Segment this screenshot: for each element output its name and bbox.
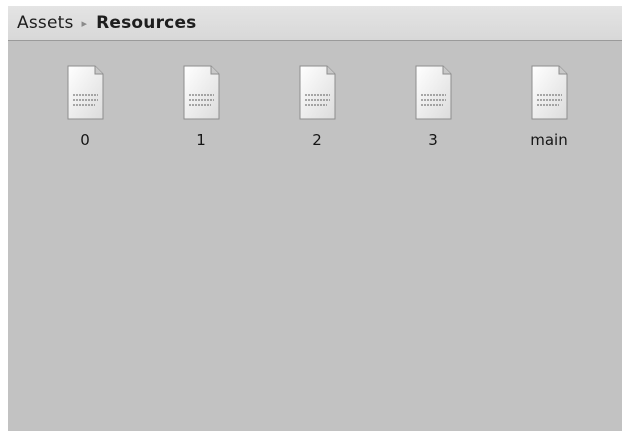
file-label: 3: [428, 131, 438, 149]
breadcrumb-item-assets[interactable]: Assets: [17, 13, 74, 33]
file-item-3[interactable]: 3: [393, 65, 473, 185]
breadcrumb: Assets ▸ Resources: [8, 6, 622, 41]
text-file-icon: [67, 65, 104, 120]
breadcrumb-item-resources[interactable]: Resources: [96, 13, 196, 33]
file-item-2[interactable]: 2: [277, 65, 357, 185]
file-item-1[interactable]: 1: [161, 65, 241, 185]
text-file-icon: [415, 65, 452, 120]
file-grid: 0 1 2 3 main: [8, 41, 622, 431]
file-item-0[interactable]: 0: [45, 65, 125, 185]
text-file-icon: [299, 65, 336, 120]
file-label: 1: [196, 131, 206, 149]
project-browser-panel: Assets ▸ Resources 0 1 2 3 main: [8, 6, 622, 431]
text-file-icon: [183, 65, 220, 120]
text-file-icon: [531, 65, 568, 120]
file-item-main[interactable]: main: [509, 65, 589, 185]
breadcrumb-separator-icon: ▸: [81, 16, 88, 30]
file-label: 2: [312, 131, 322, 149]
file-label: main: [530, 131, 568, 149]
file-label: 0: [80, 131, 90, 149]
